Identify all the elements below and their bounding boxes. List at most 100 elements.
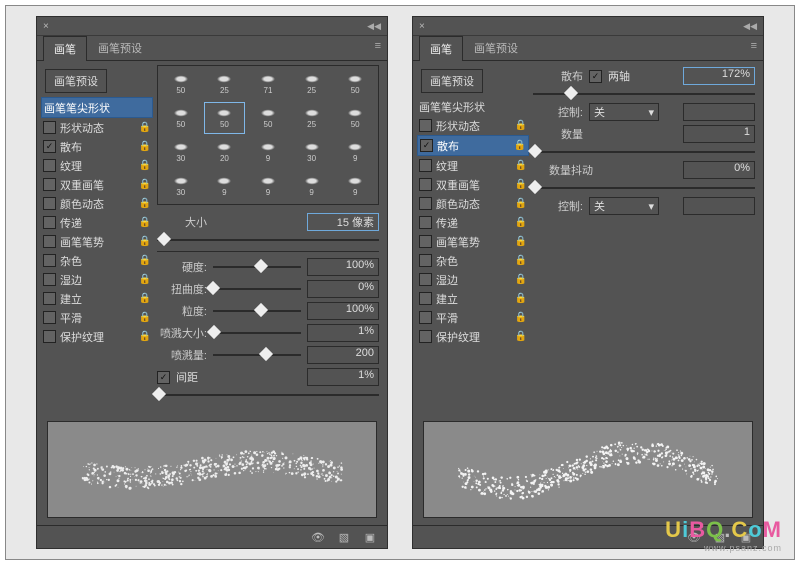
count-slider[interactable] — [533, 145, 755, 159]
lock-icon[interactable]: 🔒 — [515, 236, 527, 247]
spacing-slider[interactable] — [157, 388, 379, 402]
sidebar-item[interactable]: 平滑🔒 — [41, 308, 153, 327]
lock-icon[interactable]: 🔒 — [139, 255, 151, 266]
brush-tip[interactable]: 9 — [334, 170, 376, 202]
spacing-checkbox[interactable] — [157, 371, 170, 384]
option-checkbox[interactable] — [43, 140, 56, 153]
lock-icon[interactable]: 🔒 — [515, 274, 527, 285]
lock-icon[interactable]: 🔒 — [515, 217, 527, 228]
brush-tip[interactable]: 50 — [204, 102, 246, 134]
brush-tip[interactable]: 30 — [291, 136, 333, 168]
option-checkbox[interactable] — [419, 235, 432, 248]
tab-presets[interactable]: 画笔预设 — [463, 35, 529, 61]
lock-icon[interactable]: 🔒 — [139, 122, 151, 133]
option-checkbox[interactable] — [420, 139, 433, 152]
lock-icon[interactable]: 🔒 — [139, 160, 151, 171]
option-checkbox[interactable] — [419, 119, 432, 132]
param-slider[interactable] — [213, 348, 301, 362]
lock-icon[interactable]: 🔒 — [139, 274, 151, 285]
tab-brush[interactable]: 画笔 — [419, 36, 463, 61]
brush-tip[interactable]: 9 — [204, 170, 246, 202]
param-input[interactable]: 100% — [307, 302, 379, 320]
collapse-icon[interactable]: ◀◀ — [367, 21, 381, 32]
brush-tip[interactable]: 9 — [334, 136, 376, 168]
param-slider[interactable] — [213, 326, 301, 340]
param-input[interactable]: 0% — [307, 280, 379, 298]
sidebar-item[interactable]: 形状动态🔒 — [417, 116, 529, 135]
lock-icon[interactable]: 🔒 — [139, 293, 151, 304]
option-checkbox[interactable] — [419, 197, 432, 210]
panel-menu-icon[interactable]: ≡ — [375, 40, 381, 52]
lock-icon[interactable]: 🔒 — [514, 140, 526, 151]
lock-icon[interactable]: 🔒 — [139, 236, 151, 247]
panel-menu-icon[interactable]: ≡ — [751, 40, 757, 52]
sidebar-item[interactable]: 保护纹理🔒 — [417, 327, 529, 346]
size-slider[interactable] — [157, 233, 379, 247]
param-slider[interactable] — [213, 260, 301, 274]
lock-icon[interactable]: 🔒 — [515, 160, 527, 171]
sidebar-item[interactable]: 建立🔒 — [41, 289, 153, 308]
option-checkbox[interactable] — [43, 311, 56, 324]
scatter-slider[interactable] — [533, 87, 755, 101]
jitter-slider[interactable] — [533, 181, 755, 195]
sidebar-item[interactable]: 纹理🔒 — [417, 156, 529, 175]
sidebar-item[interactable]: 湿边🔒 — [41, 270, 153, 289]
sidebar-item[interactable]: 湿边🔒 — [417, 270, 529, 289]
brush-tip[interactable]: 25 — [204, 68, 246, 100]
both-axes-checkbox[interactable] — [589, 70, 602, 83]
lock-icon[interactable]: 🔒 — [139, 331, 151, 342]
option-checkbox[interactable] — [419, 330, 432, 343]
param-input[interactable]: 200 — [307, 346, 379, 364]
tab-presets[interactable]: 画笔预设 — [87, 35, 153, 61]
lock-icon[interactable]: 🔒 — [515, 293, 527, 304]
tab-brush[interactable]: 画笔 — [43, 36, 87, 61]
control2-select[interactable]: 关▾ — [589, 197, 659, 215]
spacing-input[interactable]: 1% — [307, 368, 379, 386]
sidebar-item[interactable]: 画笔笔势🔒 — [417, 232, 529, 251]
param-slider[interactable] — [213, 304, 301, 318]
scatter-input[interactable]: 172% — [683, 67, 755, 85]
new-icon[interactable]: ▧ — [337, 530, 351, 544]
brush-tip[interactable]: 9 — [247, 170, 289, 202]
control-select[interactable]: 关▾ — [589, 103, 659, 121]
brush-tip[interactable]: 50 — [160, 102, 202, 134]
option-checkbox[interactable] — [419, 254, 432, 267]
option-checkbox[interactable] — [419, 292, 432, 305]
param-slider[interactable] — [213, 282, 301, 296]
brush-presets-button[interactable]: 画笔预设 — [421, 69, 483, 93]
lock-icon[interactable]: 🔒 — [515, 198, 527, 209]
eye-toggle-icon[interactable]: 👁 — [311, 530, 325, 544]
option-checkbox[interactable] — [43, 197, 56, 210]
brush-tip[interactable]: 30 — [160, 170, 202, 202]
option-checkbox[interactable] — [43, 254, 56, 267]
param-input[interactable]: 100% — [307, 258, 379, 276]
sidebar-item-tip-shape[interactable]: 画笔笔尖形状 — [41, 97, 153, 118]
option-checkbox[interactable] — [43, 121, 56, 134]
option-checkbox[interactable] — [419, 311, 432, 324]
brush-tip[interactable]: 9 — [247, 136, 289, 168]
brush-tip[interactable]: 50 — [334, 102, 376, 134]
option-checkbox[interactable] — [43, 273, 56, 286]
sidebar-item[interactable]: 颜色动态🔒 — [417, 194, 529, 213]
size-input[interactable]: 15 像素 — [307, 213, 379, 231]
sidebar-item[interactable]: 传递🔒 — [417, 213, 529, 232]
sidebar-item[interactable]: 双重画笔🔒 — [41, 175, 153, 194]
option-checkbox[interactable] — [43, 235, 56, 248]
sidebar-item[interactable]: 画笔笔势🔒 — [41, 232, 153, 251]
brush-tip[interactable]: 20 — [204, 136, 246, 168]
jitter-input[interactable]: 0% — [683, 161, 755, 179]
param-input[interactable]: 1% — [307, 324, 379, 342]
close-icon[interactable]: × — [419, 21, 425, 32]
lock-icon[interactable]: 🔒 — [515, 312, 527, 323]
sidebar-item[interactable]: 杂色🔒 — [41, 251, 153, 270]
option-checkbox[interactable] — [43, 178, 56, 191]
lock-icon[interactable]: 🔒 — [515, 120, 527, 131]
sidebar-item[interactable]: 颜色动态🔒 — [41, 194, 153, 213]
option-checkbox[interactable] — [419, 178, 432, 191]
sidebar-item[interactable]: 杂色🔒 — [417, 251, 529, 270]
collapse-icon[interactable]: ◀◀ — [743, 21, 757, 32]
lock-icon[interactable]: 🔒 — [139, 179, 151, 190]
option-checkbox[interactable] — [43, 159, 56, 172]
brush-tip-grid[interactable]: 5025712550505050255030209309309999 — [157, 65, 379, 205]
sidebar-item[interactable]: 纹理🔒 — [41, 156, 153, 175]
